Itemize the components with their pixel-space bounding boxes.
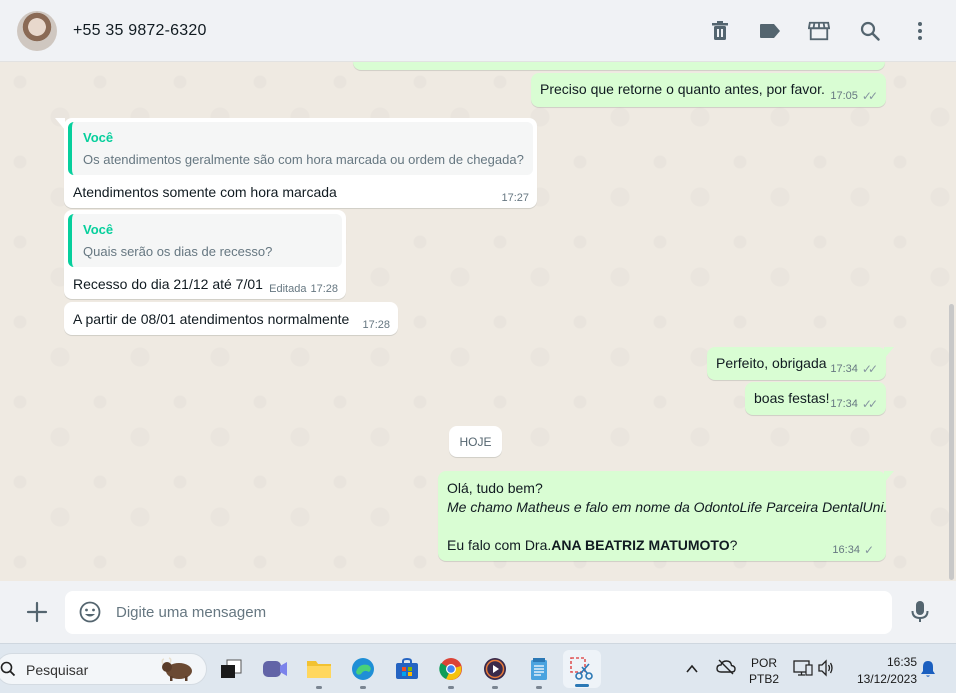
- message-meta: Editada 17:28: [269, 283, 338, 295]
- keyboard-layout: PTB2: [748, 672, 779, 686]
- message-line-bold: ANA BEATRIZ MATUMOTO: [551, 537, 730, 553]
- quote-author: Você: [83, 222, 114, 237]
- bubble-tail: [884, 347, 894, 359]
- message-time: 17:34: [830, 398, 858, 410]
- menu-icon[interactable]: [909, 20, 931, 42]
- chrome-browser-icon[interactable]: [437, 655, 465, 689]
- message-line: Olá, tudo bem?: [447, 480, 543, 496]
- delete-icon[interactable]: [709, 20, 731, 42]
- microsoft-store-icon[interactable]: [393, 655, 421, 683]
- message-time: 17:05: [830, 90, 858, 102]
- message-text: A partir de 08/01 atendimentos normalmen…: [73, 311, 350, 327]
- date-divider: HOJE: [449, 426, 502, 457]
- message-time: 17:34: [830, 363, 858, 375]
- read-ticks-icon: ✓✓: [861, 397, 878, 411]
- store-icon[interactable]: [808, 20, 830, 42]
- snipping-tool-icon[interactable]: [563, 650, 601, 688]
- volume-icon[interactable]: [817, 659, 835, 682]
- clock-time: 16:35: [886, 655, 917, 669]
- file-explorer-icon[interactable]: [305, 655, 333, 689]
- running-indicator: [316, 686, 322, 689]
- running-indicator: [360, 686, 366, 689]
- message-meta: 16:34 ✓: [832, 543, 878, 557]
- network-monitor-icon[interactable]: [793, 659, 813, 682]
- windows-taskbar: Pesquisar POR PTB2 16:35 13/12/2023: [0, 643, 956, 693]
- edge-browser-icon[interactable]: [349, 655, 377, 689]
- language-indicator[interactable]: POR PTB2: [748, 656, 780, 686]
- message-text: Recesso do dia 21/12 até 7/01: [73, 276, 263, 292]
- message-time: 17:28: [362, 319, 390, 331]
- quote-text: Quais serão os dias de recesso?: [83, 244, 273, 259]
- chat-header: +55 35 9872-6320: [0, 0, 956, 62]
- task-view-icon[interactable]: [217, 655, 245, 683]
- label-icon[interactable]: [759, 20, 781, 42]
- language-code: POR: [750, 656, 777, 670]
- message-line-italic: Me chamo Matheus e falo em nome da Odont…: [447, 499, 888, 515]
- attach-plus-icon[interactable]: [25, 600, 49, 624]
- message-bubble-incoming[interactable]: Você Quais serão os dias de recesso? Rec…: [64, 210, 346, 299]
- message-bubble-outgoing[interactable]: Perfeito, obrigada 17:34 ✓✓: [707, 347, 886, 380]
- composer: [0, 581, 956, 643]
- message-text: Atendimentos somente com hora marcada: [73, 184, 337, 200]
- message-text: Perfeito, obrigada: [716, 355, 827, 371]
- read-ticks-icon: ✓✓: [861, 89, 878, 103]
- message-line-prefix: Eu falo com Dra.: [447, 537, 552, 553]
- notepad-icon[interactable]: [525, 655, 553, 689]
- message-meta: 17:27: [501, 192, 529, 204]
- search-icon[interactable]: [859, 20, 881, 42]
- message-line-suffix: ?: [729, 537, 738, 553]
- message-bubble-outgoing[interactable]: Olá, tudo bem? Me chamo Matheus e falo e…: [438, 471, 888, 561]
- meet-video-icon[interactable]: [261, 655, 289, 683]
- taskbar-search[interactable]: Pesquisar: [0, 653, 207, 685]
- chat-area[interactable]: Preciso que retorne o quanto antes, por …: [0, 62, 956, 581]
- yak-illustration-icon: [159, 656, 197, 682]
- quote-text: Os atendimentos geralmente são com hora …: [83, 152, 524, 167]
- media-player-icon[interactable]: [481, 655, 509, 689]
- message-meta: 17:05 ✓✓: [830, 89, 878, 103]
- bubble-tail: [55, 118, 65, 130]
- chat-scrollbar[interactable]: [949, 304, 954, 580]
- message-bubble-incoming[interactable]: Você Os atendimentos geralmente são com …: [64, 118, 537, 208]
- edited-label: Editada: [269, 283, 307, 295]
- read-ticks-icon: ✓✓: [861, 362, 878, 376]
- emoji-icon[interactable]: [79, 601, 101, 623]
- search-icon: [0, 661, 16, 682]
- message-bubble-incoming[interactable]: A partir de 08/01 atendimentos normalmen…: [64, 302, 398, 335]
- message-text: boas festas!: [754, 390, 830, 406]
- message-line: Eu falo com Dra.ANA BEATRIZ MATUMOTO?: [447, 537, 737, 553]
- message-time: 16:34: [832, 544, 860, 556]
- cloud-offline-icon[interactable]: [716, 659, 736, 680]
- quoted-message[interactable]: Você Quais serão os dias de recesso?: [68, 214, 342, 267]
- message-meta: 17:34 ✓✓: [830, 397, 878, 411]
- clock[interactable]: 16:35 13/12/2023: [847, 655, 917, 686]
- bubble-tail: [884, 471, 894, 483]
- message-bubble-outgoing[interactable]: Preciso que retorne o quanto antes, por …: [531, 73, 886, 107]
- message-input[interactable]: [65, 591, 892, 634]
- message-meta: 17:28: [362, 319, 390, 331]
- quote-author: Você: [83, 130, 114, 145]
- quoted-message[interactable]: Você Os atendimentos geralmente são com …: [68, 122, 533, 175]
- sent-tick-icon: ✓: [863, 543, 874, 557]
- message-text: Preciso que retorne o quanto antes, por …: [540, 81, 825, 97]
- running-indicator: [536, 686, 542, 689]
- message-bubble-outgoing[interactable]: boas festas! 17:34 ✓✓: [745, 382, 886, 415]
- active-indicator: [575, 684, 589, 687]
- clock-date: 13/12/2023: [856, 672, 917, 686]
- notification-bell-icon[interactable]: [920, 660, 936, 683]
- contact-avatar[interactable]: [17, 10, 57, 51]
- running-indicator: [492, 686, 498, 689]
- chevron-up-icon[interactable]: [685, 661, 699, 679]
- message-meta: 17:34 ✓✓: [830, 362, 878, 376]
- message-time: 17:28: [310, 283, 338, 295]
- message-time: 17:27: [501, 192, 529, 204]
- message-bubble-partial[interactable]: [353, 62, 885, 70]
- microphone-icon[interactable]: [910, 600, 930, 624]
- running-indicator: [448, 686, 454, 689]
- contact-name[interactable]: +55 35 9872-6320: [73, 22, 207, 40]
- search-label: Pesquisar: [26, 662, 89, 678]
